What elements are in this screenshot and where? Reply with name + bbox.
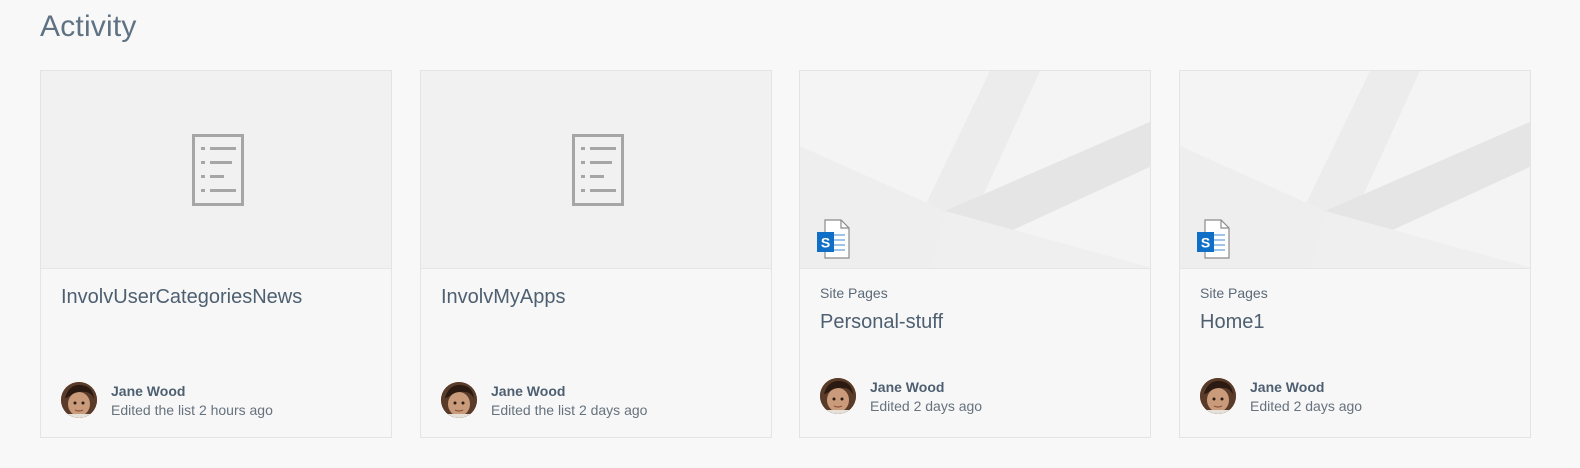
card-author: Jane Wood Edited the list 2 days ago [441,381,761,421]
avatar [820,378,856,414]
card-author: Jane Wood Edited 2 days ago [820,377,1140,417]
avatar [1200,378,1236,414]
edit-timestamp: Edited 2 days ago [870,398,983,414]
page-background-art [1180,71,1530,268]
activity-page: Activity InvolvUserCategoriesNews Jane W… [0,0,1580,468]
svg-text:S: S [821,235,830,251]
author-name[interactable]: Jane Wood [491,383,565,399]
card-author: Jane Wood Edited 2 days ago [1200,377,1520,417]
activity-card[interactable]: S Site Pages Personal-stuff Jane Wood Ed… [799,70,1151,438]
page-background-art [800,71,1150,268]
list-document-icon [192,134,244,206]
card-category: Site Pages [1200,285,1268,301]
sharepoint-page-icon: S [1197,219,1230,259]
svg-text:S: S [1201,235,1210,251]
edit-timestamp: Edited the list 2 days ago [491,402,648,418]
card-title[interactable]: InvolvMyApps [441,286,566,309]
activity-card[interactable]: S Site Pages Home1 Jane Wood Edited 2 da… [1179,70,1531,438]
activity-cards: InvolvUserCategoriesNews Jane Wood Edite… [40,70,1560,440]
card-title[interactable]: InvolvUserCategoriesNews [61,286,302,309]
activity-card[interactable]: InvolvMyApps Jane Wood Edited the list 2… [420,70,772,438]
card-body: Site Pages Home1 Jane Wood Edited 2 days… [1180,269,1530,437]
card-body: InvolvMyApps Jane Wood Edited the list 2… [421,269,771,437]
sharepoint-page-icon: S [817,219,850,259]
author-name[interactable]: Jane Wood [870,379,944,395]
activity-card[interactable]: InvolvUserCategoriesNews Jane Wood Edite… [40,70,392,438]
card-author: Jane Wood Edited the list 2 hours ago [61,381,381,421]
card-thumbnail [421,71,771,269]
edit-timestamp: Edited 2 days ago [1250,398,1363,414]
card-title[interactable]: Personal-stuff [820,311,943,334]
avatar [441,382,477,418]
card-thumbnail: S [800,71,1150,269]
author-name[interactable]: Jane Wood [111,383,185,399]
edit-timestamp: Edited the list 2 hours ago [111,402,273,418]
card-body: InvolvUserCategoriesNews Jane Wood Edite… [41,269,391,437]
avatar [61,382,97,418]
card-title[interactable]: Home1 [1200,311,1264,334]
card-thumbnail [41,71,391,269]
card-thumbnail: S [1180,71,1530,269]
list-document-icon [572,134,624,206]
card-category: Site Pages [820,285,888,301]
section-title: Activity [40,10,137,43]
card-body: Site Pages Personal-stuff Jane Wood Edit… [800,269,1150,437]
author-name[interactable]: Jane Wood [1250,379,1324,395]
